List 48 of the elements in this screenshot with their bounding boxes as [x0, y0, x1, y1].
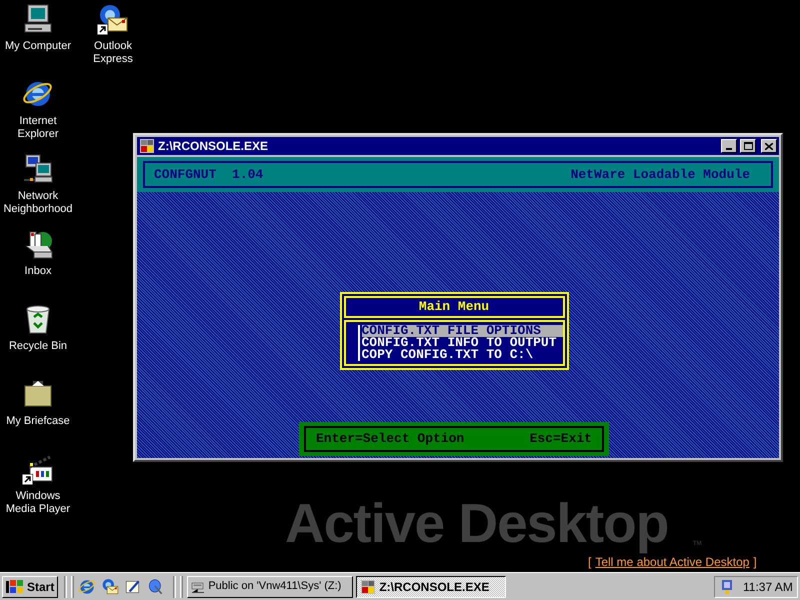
globe-icon[interactable]: [78, 578, 96, 596]
menu-title: Main Menu: [418, 298, 490, 316]
close-button[interactable]: [761, 139, 777, 153]
active-desktop-link[interactable]: Tell me about Active Desktop: [595, 553, 750, 571]
desktop-icon-label: Inbox: [24, 265, 52, 278]
desktop-shortcut[interactable]: My Briefcase: [0, 378, 76, 428]
ms-dos-icon: [360, 578, 376, 594]
desktop-shortcut[interactable]: Internet Explorer: [0, 78, 76, 141]
menu-item[interactable]: COPY CONFIG.TXT TO C:\: [362, 349, 562, 361]
desktop-shortcut[interactable]: Inbox: [0, 228, 76, 278]
envelope-icon[interactable]: [101, 578, 120, 596]
windows-flag-icon: [6, 578, 24, 594]
computer-icon: [22, 3, 54, 35]
computers-icon: [22, 153, 54, 185]
desktop-shortcut[interactable]: Recycle Bin: [0, 303, 76, 353]
close-icon: [765, 142, 773, 150]
desktop-shortcut[interactable]: Outlook Express: [75, 3, 151, 66]
status-hint: Enter=Select Option: [316, 430, 464, 448]
module-name: CONFGNUT 1.04: [154, 166, 264, 184]
desktop-icon-label: My Briefcase: [6, 415, 70, 428]
desktop-icon-label: Outlook Express: [92, 40, 134, 66]
active-desktop-logo: Active Desktop: [285, 495, 668, 552]
minimize-button[interactable]: [721, 139, 737, 153]
maximize-icon: [744, 142, 752, 150]
bracket: ]: [753, 554, 757, 571]
menu-item[interactable]: CONFIG.TXT FILE OPTIONS: [362, 325, 562, 337]
taskbar-button[interactable]: Z:\RCONSOLE.EXE: [356, 576, 506, 598]
start-button[interactable]: Start: [2, 576, 58, 598]
desktop-icon-label: My Computer: [4, 40, 72, 53]
desktop-icon-label: Internet Explorer: [16, 115, 60, 141]
menu-item[interactable]: CONFIG.TXT INFO TO OUTPUT: [362, 337, 562, 349]
network-status-icon[interactable]: [719, 578, 735, 594]
desktop-icon-label: Recycle Bin: [8, 340, 68, 353]
desktop-icon-label: Windows Media Player: [4, 490, 72, 516]
window-title: Z:\RCONSOLE.EXE: [158, 138, 270, 155]
taskbar-button[interactable]: Public on 'Vnw411\Sys' (Z:): [187, 576, 354, 598]
module-type: NetWare Loadable Module: [570, 166, 750, 184]
maximize-button[interactable]: [740, 139, 756, 153]
desktop-pencil-icon[interactable]: [124, 578, 142, 596]
ms-dos-icon: [139, 138, 155, 154]
desktop-shortcut[interactable]: My Computer: [0, 3, 76, 53]
minimize-icon: [726, 148, 732, 150]
bracket: [: [588, 554, 592, 571]
status-hint: Esc=Exit: [530, 430, 592, 448]
desktop-icon-label: Network Neighborhood: [3, 190, 73, 216]
desktop-shortcut[interactable]: Network Neighborhood: [0, 153, 76, 216]
desktop-shortcut[interactable]: Windows Media Player: [0, 453, 76, 516]
clock: 11:37 AM: [743, 578, 793, 596]
